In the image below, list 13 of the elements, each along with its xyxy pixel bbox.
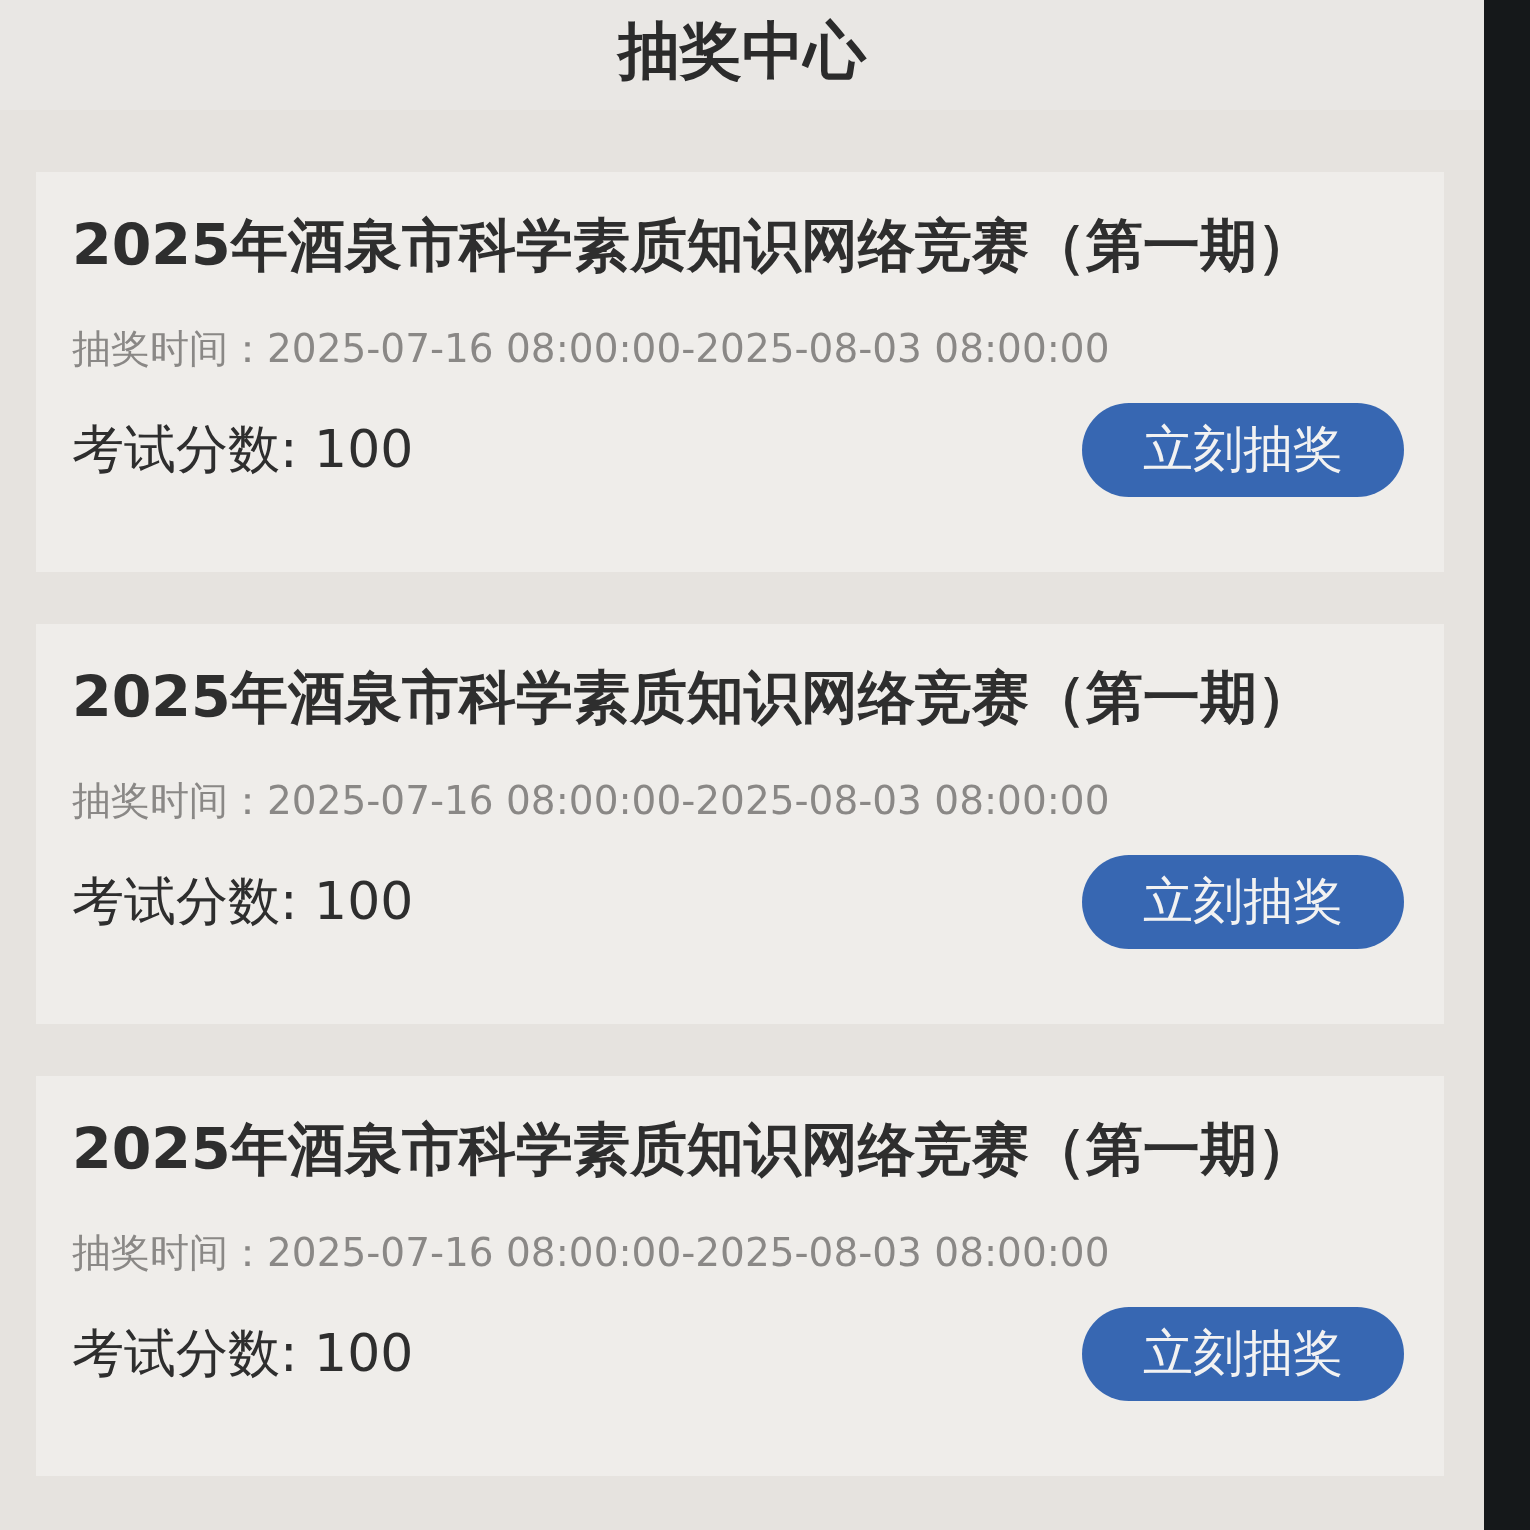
draw-now-button[interactable]: 立刻抽奖: [1082, 854, 1404, 949]
exam-score: 考试分数: 100: [72, 418, 414, 481]
draw-now-button[interactable]: 立刻抽奖: [1082, 1306, 1404, 1401]
draw-time: 抽奖时间：2025-07-16 08:00:00-2025-08-03 08:00:00: [72, 1229, 1111, 1278]
exam-score: 考试分数: 100: [72, 870, 414, 933]
event-title: 2025年酒泉市科学素质知识网络竞赛（第一期）: [72, 211, 1315, 280]
draw-now-button[interactable]: 立刻抽奖: [1082, 402, 1404, 497]
draw-time: 抽奖时间：2025-07-16 08:00:00-2025-08-03 08:00:00: [72, 777, 1111, 826]
page-title: 抽奖中心: [618, 14, 866, 89]
draw-time: 抽奖时间：2025-07-16 08:00:00-2025-08-03 08:00:00: [72, 325, 1111, 374]
exam-score: 考试分数: 100: [72, 1322, 414, 1385]
event-title: 2025年酒泉市科学素质知识网络竞赛（第一期）: [72, 663, 1315, 732]
event-title: 2025年酒泉市科学素质知识网络竞赛（第一期）: [72, 1115, 1315, 1184]
